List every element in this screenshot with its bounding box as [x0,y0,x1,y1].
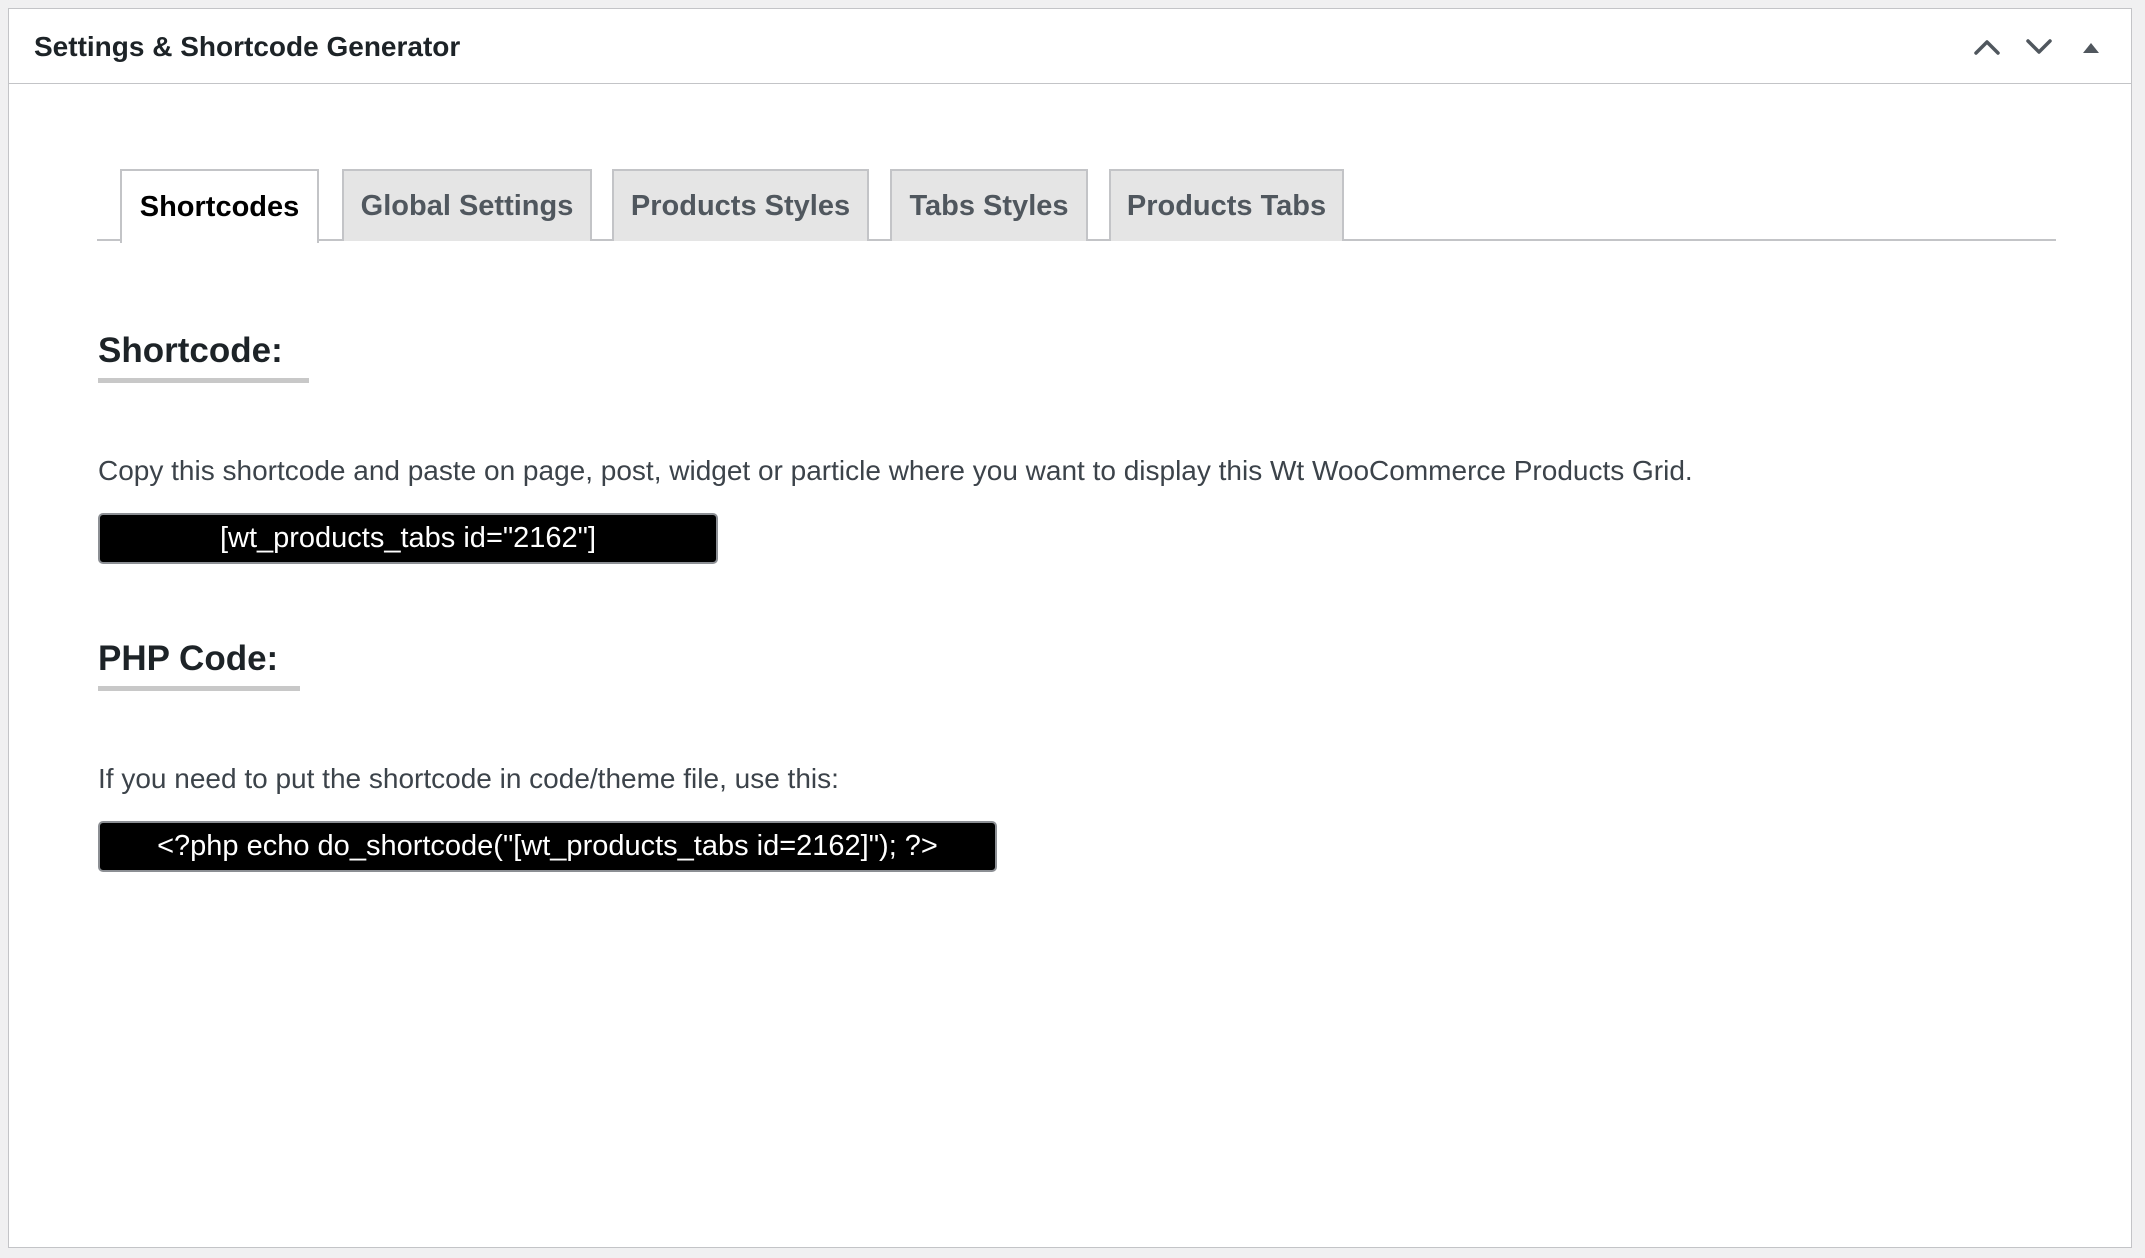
triangle-up-icon [2083,42,2099,53]
php-code-description: If you need to put the shortcode in code… [98,763,839,794]
postbox-title: Settings & Shortcode Generator [34,31,461,62]
chevron-down-icon [2026,38,2052,54]
tab-tabs-styles[interactable]: Tabs Styles [890,169,1088,241]
tab-global-settings[interactable]: Global Settings [342,169,592,241]
shortcode-field[interactable] [98,513,718,564]
tab-shortcodes[interactable]: Shortcodes [120,169,319,243]
move-down-button[interactable] [2013,21,2065,73]
tab-products-styles[interactable]: Products Styles [612,169,869,241]
move-up-button[interactable] [1961,21,2013,73]
shortcode-heading: Shortcode: [98,331,309,383]
php-code-heading: PHP Code: [98,639,300,691]
php-code-field[interactable] [98,821,997,872]
handle-actions [1961,9,2117,84]
shortcode-description: Copy this shortcode and paste on page, p… [98,455,1693,486]
postbox-header: Settings & Shortcode Generator [9,9,2131,84]
chevron-up-icon [1974,39,2000,55]
tab-products-tabs[interactable]: Products Tabs [1109,169,1344,241]
toggle-panel-button[interactable] [2065,21,2117,73]
settings-postbox: Settings & Shortcode Generator Shortcode… [8,8,2132,1248]
tabs-nav: Shortcodes Global Settings Products Styl… [97,160,2056,243]
